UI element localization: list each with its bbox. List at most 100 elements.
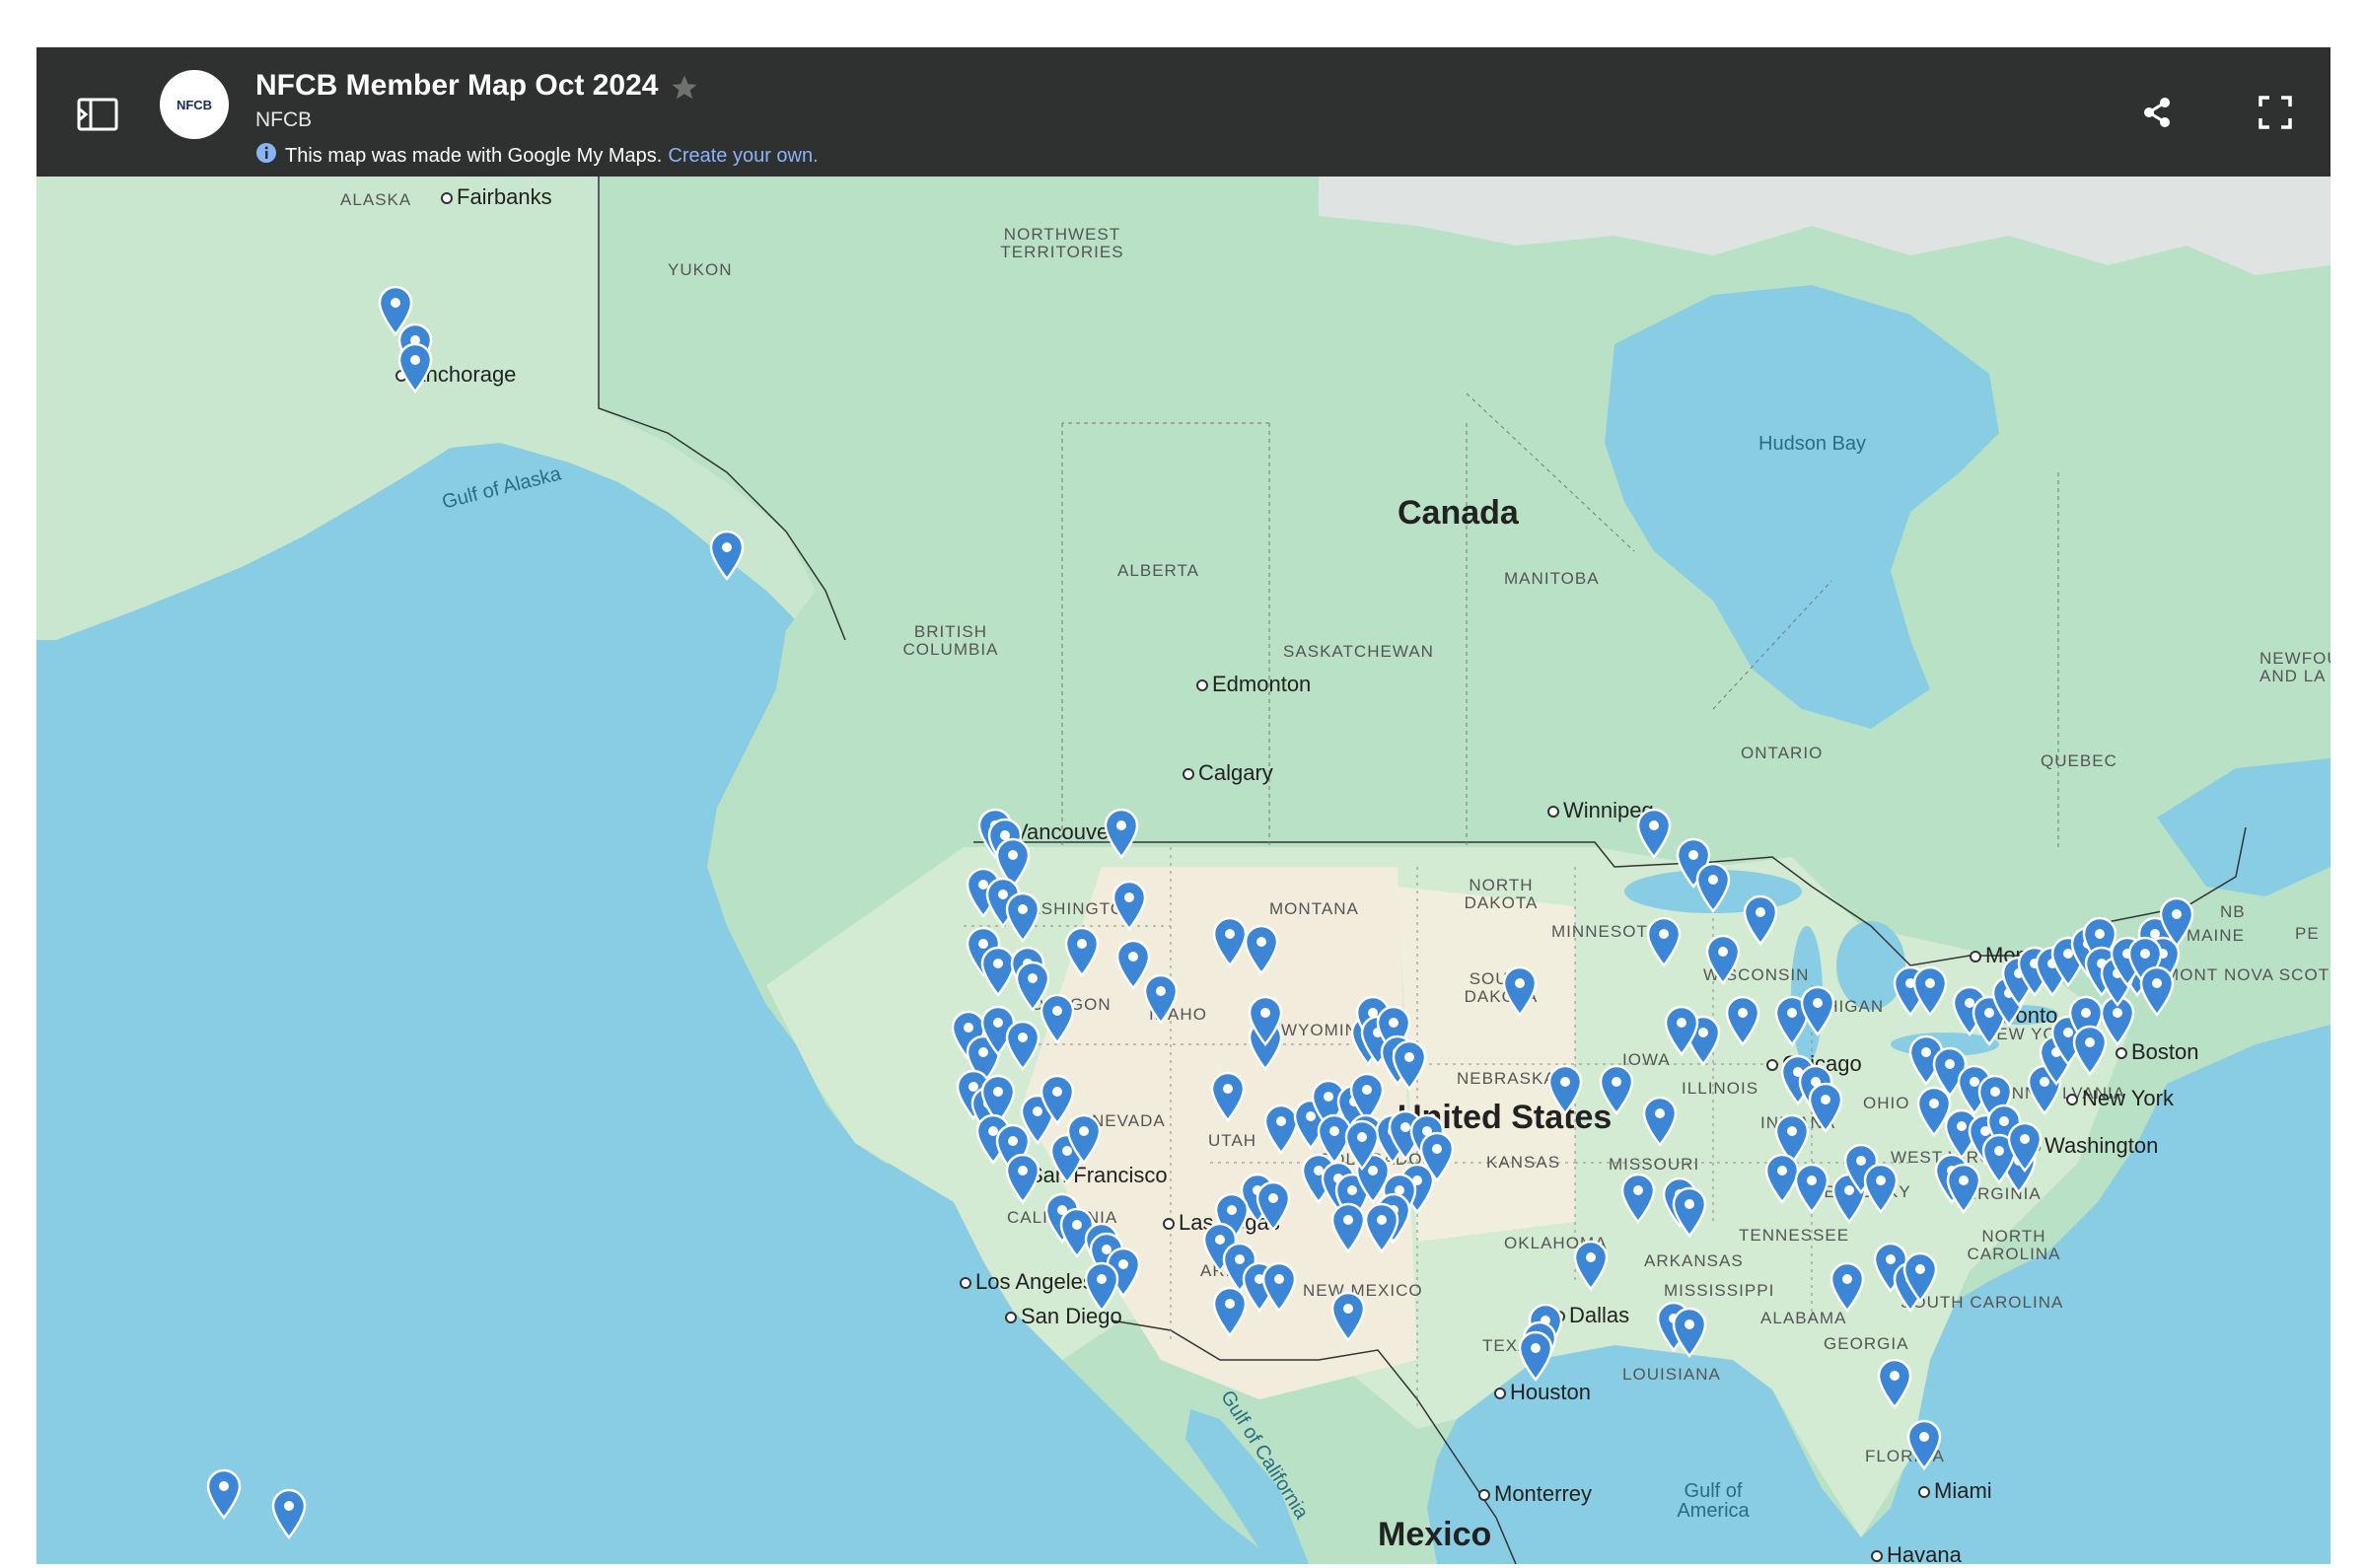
star-button[interactable] [670,73,699,103]
label-alaska: ALASKA [340,190,412,209]
map-pin-icon [2139,965,2175,1017]
label-washington-dc: Washington [2029,1133,2158,1159]
map-marker[interactable] [1725,995,1760,1046]
map-marker[interactable] [1143,973,1179,1025]
map-marker[interactable] [1112,880,1147,931]
label-hudson-bay: Hudson Bay [1758,433,1866,455]
map-marker[interactable] [1902,1251,1938,1303]
map-marker[interactable] [1244,924,1279,975]
label-kansas: KANSAS [1486,1153,1561,1172]
map-pin-icon [1210,1071,1246,1122]
map-marker[interactable] [1573,1240,1609,1291]
map-pin-icon [1066,1113,1102,1165]
map-marker[interactable] [1064,926,1100,977]
map-pin-icon [1005,1020,1040,1071]
map-viewer-frame: NFCB NFCB Member Map Oct 2024 NFCB This … [36,47,2331,1564]
map-marker[interactable] [1518,1330,1553,1382]
notice-text: This map was made with Google My Maps. [285,144,663,167]
map-pin-icon [1912,965,1948,1017]
map-marker[interactable] [1599,1064,1634,1115]
create-your-own-link[interactable]: Create your own. [668,145,818,168]
label-illinois: ILLINOIS [1682,1079,1759,1098]
map-marker[interactable] [1212,916,1248,967]
info-icon [255,142,277,170]
map-marker[interactable] [1912,965,1948,1017]
map-marker[interactable] [1005,1020,1040,1071]
map-marker[interactable] [1330,1202,1366,1253]
share-button[interactable] [2137,93,2177,132]
label-fairbanks: Fairbanks [441,184,552,210]
map-marker[interactable] [206,1468,242,1520]
map-marker[interactable] [1863,1163,1899,1214]
map-marker[interactable] [1620,1173,1656,1224]
map-marker[interactable] [1261,1261,1297,1313]
map-marker[interactable] [1547,1064,1583,1115]
label-calgary: Calgary [1183,760,1273,786]
map-marker[interactable] [1794,1163,1829,1214]
map-pin-icon [1364,1202,1399,1253]
label-houston: Houston [1494,1380,1591,1405]
map-pin-icon [206,1468,242,1520]
map-marker[interactable] [1695,862,1731,913]
map-marker[interactable] [1066,1113,1102,1165]
map-marker[interactable] [1502,965,1538,1017]
map-marker[interactable] [1040,993,1075,1044]
map-pin-icon [1392,1039,1427,1091]
map-marker[interactable] [1705,934,1741,985]
map-pin-icon [1672,1186,1707,1238]
map-pin-icon [1143,973,1179,1025]
map-marker[interactable] [271,1488,307,1539]
label-north-dakota: NORTH DAKOTA [1464,876,1539,912]
map-pin-icon [1794,1163,1829,1214]
sidebar-toggle-button[interactable] [76,97,119,132]
map-pin-icon [1255,1180,1291,1232]
label-ontario: ONTARIO [1741,744,1824,762]
map-pin-icon [1902,1251,1938,1303]
label-quebec: QUEBEC [2041,751,2117,770]
label-maine: MAINE [2187,926,2245,945]
map-pin-icon [1005,1153,1040,1204]
label-saskatchewan: SASKATCHEWAN [1283,642,1434,661]
label-montana: MONTANA [1269,899,1359,918]
map-marker[interactable] [2139,965,2175,1017]
map-marker[interactable] [1808,1082,1843,1133]
fullscreen-button[interactable] [2256,93,2295,132]
map-marker[interactable] [1104,808,1139,859]
map-marker[interactable] [1829,1261,1865,1313]
map-pin-icon [1040,993,1075,1044]
map-marker[interactable] [1330,1291,1366,1342]
map-marker[interactable] [1084,1261,1119,1313]
map-marker[interactable] [1672,1186,1707,1238]
map-marker[interactable] [1005,1153,1040,1204]
map-marker[interactable] [1906,1419,1942,1470]
map-pin-icon [1502,965,1538,1017]
map-marker[interactable] [1392,1039,1427,1091]
label-nevada: NEVADA [1092,1111,1166,1130]
map-marker[interactable] [1212,1286,1248,1337]
label-utah: UTAH [1208,1131,1257,1150]
map-canvas[interactable]: Canada United States Mexico ALASKA YUKON… [36,177,2331,1564]
map-marker[interactable] [709,530,745,581]
map-marker[interactable] [1743,894,1778,946]
map-marker[interactable] [1877,1358,1912,1409]
map-pin-icon [1518,1330,1553,1382]
map-marker[interactable] [1636,808,1672,859]
map-marker[interactable] [1672,1307,1707,1358]
map-marker[interactable] [1800,985,1835,1036]
map-marker[interactable] [1344,1119,1380,1171]
map-marker[interactable] [1642,1096,1678,1147]
map-marker[interactable] [2007,1121,2043,1173]
map-pin-icon [1906,1419,1942,1470]
map-marker[interactable] [1255,1180,1291,1232]
map-marker[interactable] [1946,1163,1981,1214]
logo-text: NFCB [176,97,213,112]
map-marker[interactable] [1210,1071,1246,1122]
map-marker[interactable] [1364,1202,1399,1253]
map-marker[interactable] [1664,1005,1699,1056]
map-marker[interactable] [397,342,433,393]
map-marker[interactable] [1005,891,1040,943]
map-pin-icon [1244,924,1279,975]
map-marker[interactable] [1646,916,1682,967]
map-pin-icon [1725,995,1760,1046]
map-marker[interactable] [1248,995,1283,1046]
